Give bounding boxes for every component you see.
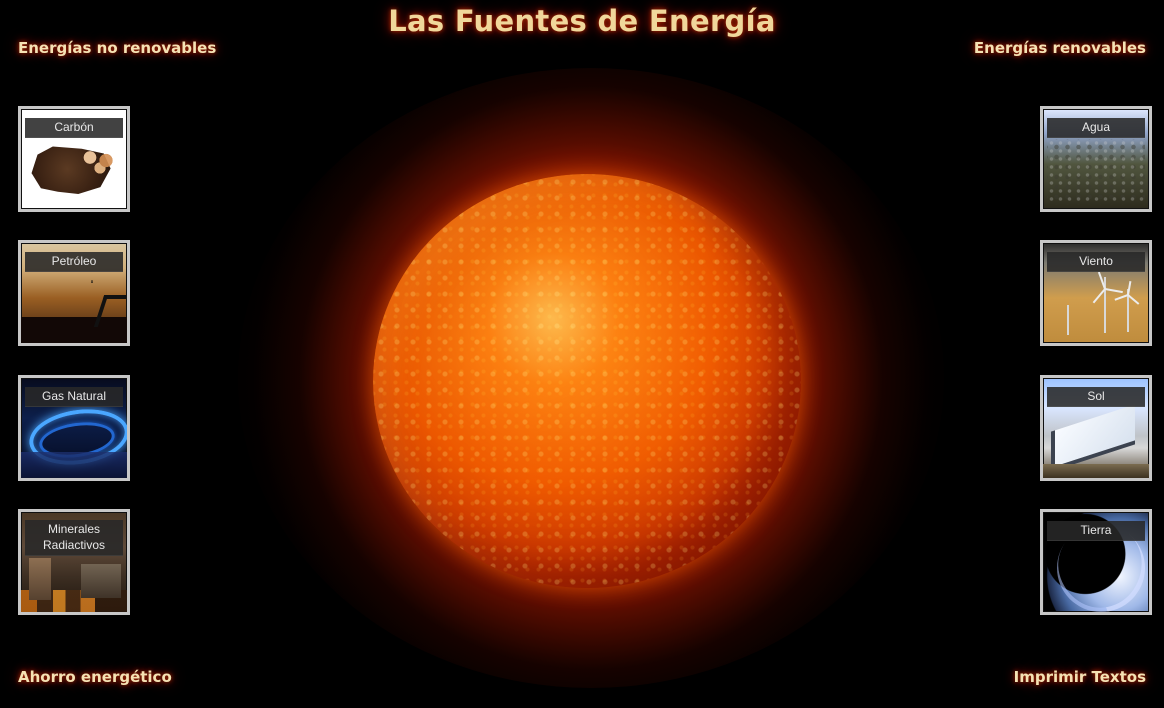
solar-tile[interactable]: Sol bbox=[1040, 375, 1152, 481]
coal-texture-icon bbox=[78, 147, 118, 177]
wind-tile-label: Viento bbox=[1047, 252, 1145, 272]
print-texts-link[interactable]: Imprimir Textos bbox=[1014, 668, 1146, 686]
water-tile[interactable]: Agua bbox=[1040, 106, 1152, 212]
nonrenewable-energies-link[interactable]: Energías no renovables bbox=[18, 39, 216, 57]
solar-panel-icon bbox=[1051, 404, 1135, 472]
sun-icon bbox=[373, 174, 801, 588]
turbine-blade-icon-5 bbox=[1127, 294, 1140, 305]
oil-tile[interactable]: Petróleo bbox=[18, 240, 130, 346]
page-title: Las Fuentes de Energía bbox=[388, 4, 776, 38]
radioactive-minerals-tile-label: Minerales Radiactivos bbox=[25, 520, 123, 556]
turbine-blade-icon-4 bbox=[1127, 281, 1132, 296]
turbine-blade-icon-2 bbox=[1104, 288, 1123, 294]
radioactive-minerals-tile[interactable]: Minerales Radiactivos bbox=[18, 509, 130, 615]
gas-burner-base-icon bbox=[21, 452, 127, 478]
sun-glow bbox=[238, 68, 944, 688]
mineral-stack-icon-2 bbox=[81, 564, 121, 598]
water-texture-icon bbox=[1047, 139, 1145, 205]
natural-gas-tile-label: Gas Natural bbox=[25, 387, 123, 407]
solar-tile-label: Sol bbox=[1047, 387, 1145, 407]
coal-tile-label: Carbón bbox=[25, 118, 123, 138]
solar-ground-icon bbox=[1043, 464, 1149, 478]
natural-gas-tile[interactable]: Gas Natural bbox=[18, 375, 130, 481]
water-tile-label: Agua bbox=[1047, 118, 1145, 138]
energy-saving-link[interactable]: Ahorro energético bbox=[18, 668, 172, 686]
coal-tile[interactable]: Carbón bbox=[18, 106, 130, 212]
renewable-energies-link[interactable]: Energías renovables bbox=[974, 39, 1146, 57]
mineral-stack-icon-1 bbox=[29, 558, 51, 600]
turbine-pole-icon-1 bbox=[1067, 305, 1069, 335]
earth-tile-label: Tierra bbox=[1047, 521, 1145, 541]
wind-tile[interactable]: Viento bbox=[1040, 240, 1152, 346]
sun-illustration bbox=[238, 68, 944, 688]
earth-tile[interactable]: Tierra bbox=[1040, 509, 1152, 615]
oil-tile-label: Petróleo bbox=[25, 252, 123, 272]
oil-pump-icon bbox=[93, 295, 127, 327]
